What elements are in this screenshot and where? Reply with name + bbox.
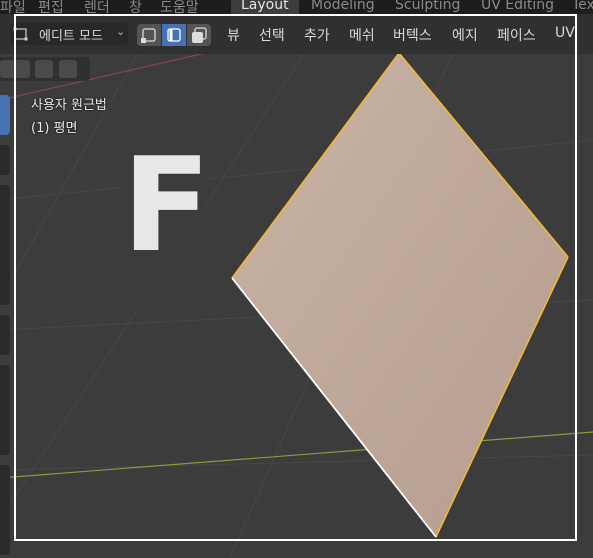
edge-select-icon[interactable] <box>162 24 186 46</box>
toolbar <box>0 90 10 558</box>
view-name-label: 사용자 원근법 <box>31 98 107 113</box>
menu-uv[interactable]: UV <box>555 25 575 41</box>
face-select-icon[interactable] <box>187 24 211 46</box>
edit-mode-icon <box>13 27 28 41</box>
menu-vertex[interactable]: 버텍스 <box>393 25 432 45</box>
tab-uv-editing[interactable]: UV Editing <box>481 0 554 13</box>
mode-label: 에디트 모드 <box>39 29 103 44</box>
menu-mesh[interactable]: 메쉬 <box>349 25 375 45</box>
menu-edit[interactable]: 편집 <box>38 0 64 14</box>
select-box-extend-icon[interactable] <box>12 60 30 78</box>
tab-layout[interactable]: Layout <box>231 0 299 14</box>
tool-annotate[interactable] <box>0 315 10 355</box>
tool-extrude-group[interactable] <box>0 365 10 455</box>
chevron-down-icon: ⌄ <box>116 25 126 38</box>
select-mode-group <box>137 24 211 46</box>
x-axis-line <box>0 431 593 479</box>
tool-settings-row <box>0 57 90 81</box>
tab-texture[interactable]: Tex <box>572 0 593 13</box>
tool-transform-group[interactable] <box>0 185 10 305</box>
menu-file[interactable]: 파일 <box>0 0 26 14</box>
menu-select[interactable]: 선택 <box>259 25 285 45</box>
plane-face[interactable] <box>232 53 568 537</box>
menu-add[interactable]: 추가 <box>304 25 330 45</box>
viewport-header: 에디트 모드 ⌄ 뷰 선택 추가 메쉬 버텍스 에지 페이스 UV <box>0 14 593 54</box>
tool-select-box[interactable] <box>0 95 10 135</box>
menu-view[interactable]: 뷰 <box>227 25 240 45</box>
select-box-intersect-icon[interactable] <box>59 60 77 78</box>
tool-loop-cut-group[interactable] <box>0 465 10 555</box>
menu-window[interactable]: 창 <box>129 0 142 14</box>
mode-selector[interactable]: 에디트 모드 ⌄ <box>10 23 128 45</box>
tool-cursor[interactable] <box>0 145 10 175</box>
menu-face[interactable]: 페이스 <box>497 25 536 45</box>
vertex-select-icon[interactable] <box>137 24 161 46</box>
key-overlay: F <box>122 110 211 310</box>
tab-modeling[interactable]: Modeling <box>311 0 375 13</box>
workspace-tabs: 파일 편집 렌더 창 도움말 Layout Modeling Sculpting… <box>0 0 593 14</box>
tab-sculpting[interactable]: Sculpting <box>395 0 460 13</box>
menu-edge[interactable]: 에지 <box>452 25 478 45</box>
object-info-label: (1) 평면 <box>31 121 78 136</box>
menu-help[interactable]: 도움말 <box>160 0 199 14</box>
menu-render[interactable]: 렌더 <box>84 0 110 14</box>
select-box-subtract-icon[interactable] <box>35 60 53 78</box>
